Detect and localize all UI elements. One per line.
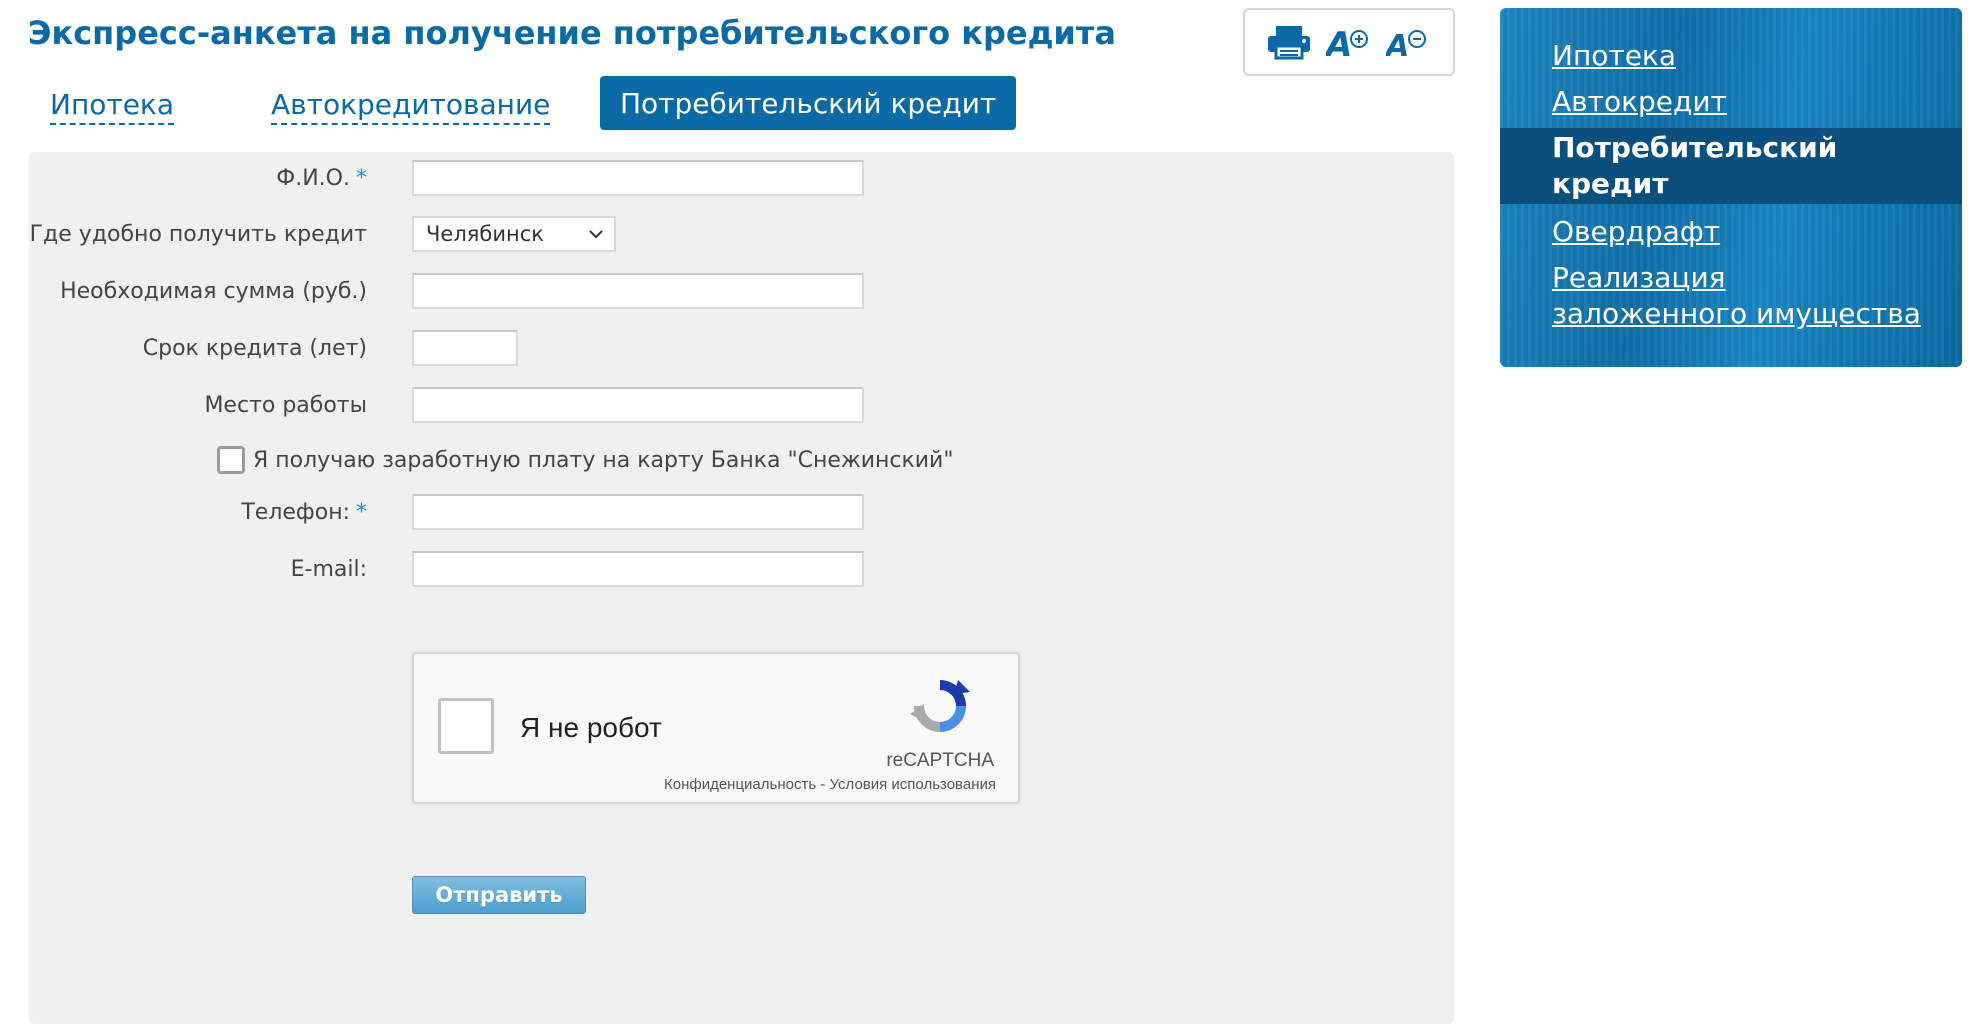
page-title: Экспресс-анкета на получение потребитель… (28, 14, 1116, 52)
recaptcha-checkbox[interactable] (438, 698, 494, 754)
workplace-label: Место работы (204, 393, 367, 418)
submit-button[interactable]: Отправить (412, 876, 586, 914)
email-label: E-mail: (290, 557, 367, 582)
term-label: Срок кредита (лет) (142, 336, 367, 361)
svg-text:A: A (1386, 29, 1409, 60)
amount-label: Необходимая сумма (руб.) (60, 279, 367, 304)
font-increase-button[interactable]: A (1323, 18, 1375, 66)
fio-row: Ф.И.О. * (29, 160, 1454, 200)
workplace-row: Место работы (29, 387, 1454, 427)
print-button[interactable] (1263, 18, 1315, 66)
phone-label: Телефон: * (241, 500, 367, 525)
font-increase-icon: A (1326, 25, 1368, 60)
recaptcha-logo-icon (910, 680, 970, 732)
side-nav: Ипотека Автокредит Потребительский креди… (1500, 8, 1962, 367)
recaptcha-privacy-link[interactable]: Конфиденциальность (664, 776, 816, 793)
side-nav-item-overdraft[interactable]: Овердрафт (1500, 214, 1962, 250)
tab-consumer-loan[interactable]: Потребительский кредит (600, 76, 1017, 130)
recaptcha-terms-link[interactable]: Условия использования (830, 776, 997, 793)
toolbar: A A (1243, 8, 1455, 76)
recaptcha-widget: Я не робот reCAPTCHA Конфиденциальность … (412, 652, 1020, 804)
recaptcha-label: Я не робот (520, 712, 662, 743)
phone-row: Телефон: * (29, 494, 1454, 534)
recaptcha-link-separator: - (816, 776, 830, 793)
tab-mortgage[interactable]: Ипотека (50, 88, 174, 125)
salary-card-label: Я получаю заработную плату на карту Банк… (253, 447, 954, 473)
tab-car-loan[interactable]: Автокредитование (271, 88, 551, 125)
svg-text:A: A (1326, 25, 1352, 60)
font-decrease-button[interactable]: A (1383, 18, 1435, 66)
city-select[interactable]: Челябинск (412, 216, 616, 252)
salary-card-checkbox[interactable] (217, 446, 245, 474)
side-nav-item-collateral-sale[interactable]: Реализация заложенного имущества (1500, 260, 1962, 332)
recaptcha-brand: reCAPTCHA (886, 750, 994, 771)
email-row: E-mail: (29, 551, 1454, 591)
product-tabs: Ипотека Автокредитование Потребительский… (28, 76, 1448, 130)
chevron-down-icon (589, 230, 603, 239)
fio-input[interactable] (412, 160, 864, 196)
email-input[interactable] (412, 551, 864, 587)
amount-input[interactable] (412, 273, 864, 309)
workplace-input[interactable] (412, 387, 864, 423)
fio-label: Ф.И.О. * (276, 166, 367, 191)
side-nav-item-consumer-loan[interactable]: Потребительский кредит (1500, 128, 1962, 204)
font-decrease-icon: A (1386, 29, 1426, 60)
application-form: Ф.И.О. * Где удобно получить кредит Челяб… (29, 152, 1454, 1024)
salary-card-row: Я получаю заработную плату на карту Банк… (217, 446, 953, 474)
city-select-value: Челябинск (426, 222, 544, 246)
term-input[interactable] (412, 330, 518, 366)
required-mark: * (356, 500, 367, 525)
city-label: Где удобно получить кредит (29, 222, 367, 247)
amount-row: Необходимая сумма (руб.) (29, 273, 1454, 313)
city-row: Где удобно получить кредит Челябинск (29, 216, 1454, 256)
side-nav-item-mortgage[interactable]: Ипотека (1500, 38, 1962, 74)
printer-icon (1268, 26, 1310, 60)
required-mark: * (356, 166, 367, 191)
side-nav-item-car-loan[interactable]: Автокредит (1500, 84, 1962, 120)
phone-input[interactable] (412, 494, 864, 530)
term-row: Срок кредита (лет) (29, 330, 1454, 370)
recaptcha-links: Конфиденциальность - Условия использован… (664, 776, 996, 793)
